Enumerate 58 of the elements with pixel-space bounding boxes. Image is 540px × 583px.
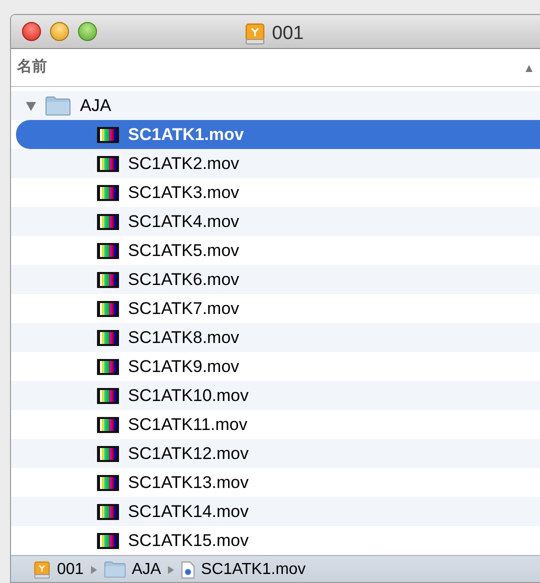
file-name: SC1ATK7.mov bbox=[128, 298, 240, 320]
folder-icon bbox=[104, 561, 126, 578]
color-bars-icon bbox=[97, 300, 119, 316]
file-name: SC1ATK1.mov bbox=[128, 124, 244, 146]
color-bars-icon bbox=[97, 126, 119, 142]
file-row[interactable]: SC1ATK4.mov bbox=[11, 207, 540, 236]
zoom-button[interactable] bbox=[78, 22, 97, 41]
file-name: SC1ATK3.mov bbox=[128, 182, 240, 204]
file-row[interactable]: AJA bbox=[11, 91, 540, 120]
file-row[interactable]: SC1ATK10.mov bbox=[11, 381, 540, 410]
file-name: SC1ATK6.mov bbox=[128, 268, 240, 291]
file-name: SC1ATK11.mov bbox=[128, 414, 248, 436]
file-name: SC1ATK14.mov bbox=[128, 500, 249, 523]
file-name: SC1ATK10.mov bbox=[128, 384, 249, 407]
color-bars-icon bbox=[97, 388, 119, 404]
window-title: 001 bbox=[272, 22, 304, 46]
chevron-icon bbox=[90, 564, 98, 574]
close-button[interactable] bbox=[22, 22, 41, 41]
file-name: SC1ATK8.mov bbox=[128, 326, 240, 349]
path-item[interactable]: 001 bbox=[57, 558, 84, 582]
color-bars-icon bbox=[97, 272, 119, 288]
file-name: AJA bbox=[80, 94, 112, 117]
file-row[interactable]: SC1ATK1.mov bbox=[16, 120, 540, 149]
color-bars-icon bbox=[97, 358, 119, 374]
sort-indicator: ▲ bbox=[523, 60, 535, 76]
column-title: 名前 bbox=[17, 57, 47, 78]
file-row[interactable]: SC1ATK14.mov bbox=[11, 497, 540, 526]
file-row[interactable]: SC1ATK12.mov bbox=[11, 439, 540, 468]
file-name: SC1ATK2.mov bbox=[128, 152, 240, 175]
color-bars-icon bbox=[97, 504, 119, 520]
path-item[interactable]: AJA bbox=[132, 558, 162, 582]
drive-icon bbox=[33, 560, 51, 578]
color-bars-icon bbox=[97, 532, 119, 548]
color-bars-icon bbox=[97, 184, 119, 200]
file-name: SC1ATK9.mov bbox=[128, 356, 240, 378]
file-name: SC1ATK13.mov bbox=[128, 472, 249, 494]
minimize-button[interactable] bbox=[50, 22, 69, 41]
drive-icon bbox=[244, 23, 266, 46]
document-icon bbox=[181, 560, 196, 578]
path-item[interactable]: SC1ATK1.mov bbox=[201, 558, 306, 582]
color-bars-icon bbox=[97, 330, 119, 346]
disclosure-triangle-icon[interactable] bbox=[25, 100, 37, 112]
chevron-icon bbox=[167, 564, 176, 574]
file-name: SC1ATK15.mov bbox=[128, 530, 249, 552]
color-bars-icon bbox=[97, 446, 119, 462]
file-row[interactable]: SC1ATK6.mov bbox=[11, 265, 540, 294]
color-bars-icon bbox=[97, 214, 119, 230]
file-row[interactable]: SC1ATK2.mov bbox=[11, 149, 540, 178]
file-row[interactable]: SC1ATK8.mov bbox=[11, 323, 540, 352]
column-header[interactable]: 名前 ▲ bbox=[11, 49, 540, 87]
color-bars-icon bbox=[97, 242, 119, 258]
file-name: SC1ATK12.mov bbox=[128, 442, 249, 465]
file-name: SC1ATK4.mov bbox=[128, 210, 240, 233]
color-bars-icon bbox=[97, 416, 119, 432]
color-bars-icon bbox=[97, 156, 119, 172]
folder-icon bbox=[45, 96, 71, 116]
file-name: SC1ATK5.mov bbox=[128, 240, 240, 262]
color-bars-icon bbox=[97, 474, 119, 490]
